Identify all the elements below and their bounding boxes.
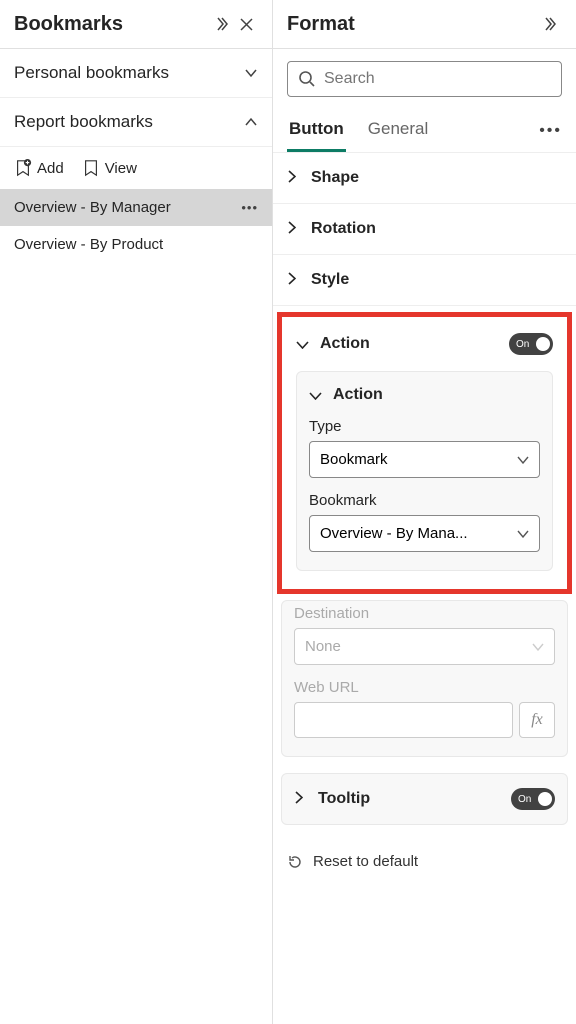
reset-icon bbox=[287, 854, 303, 870]
search-field[interactable] bbox=[324, 70, 551, 88]
bookmark-add-icon bbox=[14, 159, 32, 177]
action-section-header[interactable]: Action On bbox=[288, 325, 561, 363]
action-card: Action Type Bookmark Bookmark Overview -… bbox=[296, 371, 553, 571]
weburl-input bbox=[294, 702, 513, 738]
report-bookmarks-label: Report bookmarks bbox=[14, 112, 244, 132]
type-label: Type bbox=[309, 418, 540, 435]
chevron-right-icon bbox=[287, 272, 301, 288]
personal-bookmarks-label: Personal bookmarks bbox=[14, 63, 244, 83]
bookmark-item[interactable]: Overview - By Product bbox=[0, 226, 272, 263]
bookmark-item[interactable]: Overview - By Manager ••• bbox=[0, 189, 272, 226]
weburl-label: Web URL bbox=[294, 679, 555, 696]
style-section[interactable]: Style bbox=[273, 255, 576, 306]
chevron-up-icon bbox=[244, 114, 258, 130]
fx-button[interactable]: fx bbox=[519, 702, 555, 738]
add-bookmark-button[interactable]: Add bbox=[14, 159, 64, 177]
report-bookmarks-header[interactable]: Report bookmarks bbox=[0, 98, 272, 147]
format-panel: Format Button General ••• Shape Rotation… bbox=[273, 0, 576, 1024]
action-inner-header[interactable]: Action bbox=[309, 386, 540, 404]
type-value: Bookmark bbox=[320, 451, 509, 468]
bookmark-item-label: Overview - By Product bbox=[14, 236, 258, 253]
add-label: Add bbox=[37, 160, 64, 177]
action-toggle[interactable]: On bbox=[509, 333, 553, 355]
tooltip-section[interactable]: Tooltip On bbox=[281, 773, 568, 825]
reset-button[interactable]: Reset to default bbox=[273, 833, 576, 890]
format-header: Format bbox=[273, 0, 576, 49]
collapse-right-icon[interactable] bbox=[210, 12, 234, 36]
format-title: Format bbox=[287, 13, 538, 36]
personal-bookmarks-header[interactable]: Personal bookmarks bbox=[0, 49, 272, 98]
tooltip-label: Tooltip bbox=[318, 790, 511, 808]
chevron-down-icon bbox=[532, 640, 544, 654]
bookmark-item-label: Overview - By Manager bbox=[14, 199, 241, 216]
toggle-knob bbox=[538, 792, 552, 806]
weburl-row: fx bbox=[294, 702, 555, 738]
destination-select: None bbox=[294, 628, 555, 665]
type-select[interactable]: Bookmark bbox=[309, 441, 540, 478]
tooltip-toggle[interactable]: On bbox=[511, 788, 555, 810]
more-icon[interactable]: ••• bbox=[539, 122, 562, 140]
shape-label: Shape bbox=[311, 169, 562, 187]
view-label: View bbox=[105, 160, 137, 177]
reset-label: Reset to default bbox=[313, 853, 418, 870]
chevron-right-icon bbox=[287, 221, 301, 237]
close-icon[interactable] bbox=[234, 12, 258, 36]
chevron-down-icon bbox=[309, 388, 323, 403]
action-label: Action bbox=[320, 335, 509, 353]
bookmark-toolbar: Add View bbox=[0, 147, 272, 189]
chevron-down-icon bbox=[517, 527, 529, 541]
rotation-label: Rotation bbox=[311, 220, 562, 238]
destination-card: Destination None Web URL fx bbox=[281, 600, 568, 757]
bookmarks-title: Bookmarks bbox=[14, 13, 210, 36]
rotation-section[interactable]: Rotation bbox=[273, 204, 576, 255]
bookmarks-panel: Bookmarks Personal bookmarks Report book… bbox=[0, 0, 273, 1024]
search-input[interactable] bbox=[287, 61, 562, 97]
action-inner-label: Action bbox=[333, 386, 540, 404]
collapse-right-icon[interactable] bbox=[538, 12, 562, 36]
action-highlight: Action On Action Type Bookmark Bookmark bbox=[277, 312, 572, 594]
search-icon bbox=[298, 70, 316, 88]
chevron-down-icon bbox=[244, 65, 258, 81]
chevron-right-icon bbox=[287, 170, 301, 186]
chevron-down-icon bbox=[517, 453, 529, 467]
toggle-on-label: On bbox=[516, 339, 529, 350]
bookmark-field-label: Bookmark bbox=[309, 492, 540, 509]
destination-label: Destination bbox=[294, 605, 555, 622]
bookmark-select[interactable]: Overview - By Mana... bbox=[309, 515, 540, 552]
tab-general[interactable]: General bbox=[366, 109, 430, 152]
style-label: Style bbox=[311, 271, 562, 289]
view-bookmark-button[interactable]: View bbox=[82, 159, 137, 177]
bookmark-view-icon bbox=[82, 159, 100, 177]
format-tabs: Button General ••• bbox=[273, 109, 576, 153]
destination-value: None bbox=[305, 638, 524, 655]
more-icon[interactable]: ••• bbox=[241, 200, 258, 215]
bookmark-value: Overview - By Mana... bbox=[320, 525, 509, 542]
chevron-right-icon bbox=[294, 791, 308, 807]
shape-section[interactable]: Shape bbox=[273, 153, 576, 204]
bookmarks-header: Bookmarks bbox=[0, 0, 272, 49]
toggle-knob bbox=[536, 337, 550, 351]
toggle-on-label: On bbox=[518, 794, 531, 805]
tab-button[interactable]: Button bbox=[287, 109, 346, 152]
chevron-down-icon bbox=[296, 337, 310, 352]
